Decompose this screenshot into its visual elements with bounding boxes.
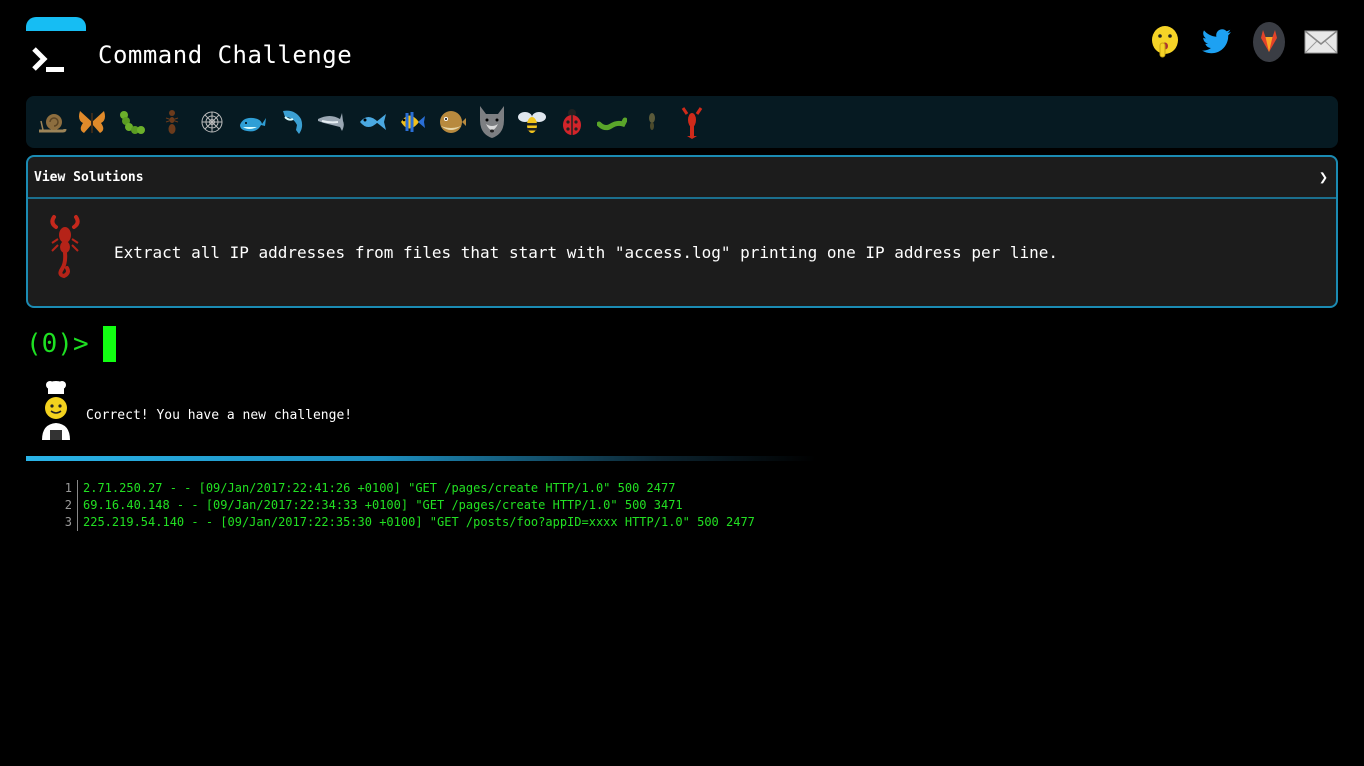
worm-icon[interactable]	[592, 102, 632, 142]
logo-accent-tab	[26, 17, 86, 31]
whale-icon[interactable]	[232, 102, 272, 142]
challenge-description: Extract all IP addresses from files that…	[114, 243, 1059, 262]
prompt-text: (0)>	[26, 329, 89, 359]
hush-emoji-icon[interactable]	[1148, 25, 1182, 59]
twitter-icon[interactable]	[1200, 25, 1234, 59]
command-output: 1 2.71.250.27 - - [09/Jan/2017:22:41:26 …	[56, 480, 755, 531]
challenge-body: Extract all IP addresses from files that…	[28, 199, 1336, 306]
app-title: Command Challenge	[98, 41, 353, 69]
lobster-icon[interactable]	[672, 102, 712, 142]
dolphin-leaping-icon[interactable]	[272, 102, 312, 142]
page: Command Challenge View Solutions ❯ Extra…	[0, 0, 1364, 766]
ant-icon[interactable]	[152, 102, 192, 142]
view-solutions-label: View Solutions	[34, 169, 144, 185]
challenge-panel: View Solutions ❯ Extract all IP addresse…	[26, 155, 1338, 308]
status-message: Correct! You have a new challenge!	[86, 408, 353, 423]
fish-icon[interactable]	[352, 102, 392, 142]
view-solutions-toggle[interactable]: View Solutions ❯	[28, 157, 1336, 199]
line-number: 1	[56, 480, 78, 497]
cricket-icon[interactable]	[632, 102, 672, 142]
output-divider	[26, 456, 816, 461]
snail-icon[interactable]	[32, 102, 72, 142]
line-number: 2	[56, 497, 78, 514]
caterpillar-icon[interactable]	[112, 102, 152, 142]
bee-icon[interactable]	[512, 102, 552, 142]
dolphin-icon[interactable]	[312, 102, 352, 142]
line-text: 2.71.250.27 - - [09/Jan/2017:22:41:26 +0…	[83, 481, 676, 495]
gitlab-icon[interactable]	[1252, 22, 1286, 62]
header: Command Challenge	[26, 17, 1338, 87]
command-prompt[interactable]: (0)>	[26, 326, 116, 362]
blowfish-icon[interactable]	[432, 102, 472, 142]
line-text: 225.219.54.140 - - [09/Jan/2017:22:35:30…	[83, 515, 755, 529]
terminal-logo-icon[interactable]	[26, 31, 86, 87]
tropical-fish-icon[interactable]	[392, 102, 432, 142]
mail-icon[interactable]	[1304, 25, 1338, 59]
line-number: 3	[56, 514, 78, 531]
butterfly-icon[interactable]	[72, 102, 112, 142]
spider-web-icon[interactable]	[192, 102, 232, 142]
line-text: 69.16.40.148 - - [09/Jan/2017:22:34:33 +…	[83, 498, 683, 512]
ladybug-icon[interactable]	[552, 102, 592, 142]
chevron-right-icon: ❯	[1318, 168, 1328, 186]
output-line: 2 69.16.40.148 - - [09/Jan/2017:22:34:33…	[56, 497, 755, 514]
challenge-strip	[26, 96, 1338, 148]
output-line: 3 225.219.54.140 - - [09/Jan/2017:22:35:…	[56, 514, 755, 531]
social-links	[1148, 22, 1338, 62]
scorpion-icon	[48, 213, 82, 283]
wolf-icon[interactable]	[472, 102, 512, 142]
terminal-cursor[interactable]	[102, 326, 116, 362]
chef-avatar-icon	[38, 380, 74, 446]
output-line: 1 2.71.250.27 - - [09/Jan/2017:22:41:26 …	[56, 480, 755, 497]
